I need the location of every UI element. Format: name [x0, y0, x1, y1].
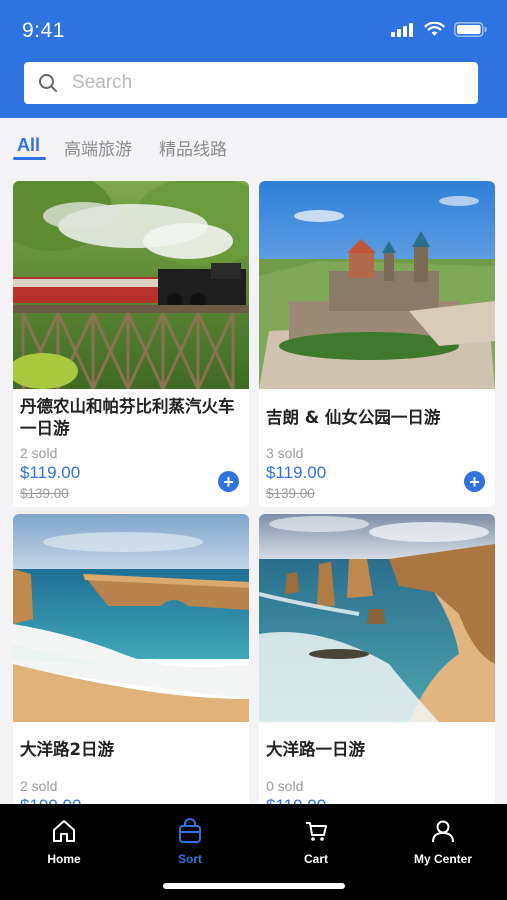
plus-icon: + — [223, 471, 234, 492]
bag-icon — [179, 818, 201, 843]
product-sold-count: 2 sold — [20, 445, 58, 461]
product-title: 大洋路一日游 — [266, 740, 365, 759]
tab-home-label: Home — [47, 852, 81, 866]
product-original-price: $139.00 — [20, 486, 69, 501]
london-arch-photo — [13, 514, 249, 722]
tab-sort-label: Sort — [178, 852, 202, 866]
category-tabs: All 高端旅游 精品线路 — [0, 118, 507, 172]
signal-icon — [391, 22, 413, 37]
product-sold-count: 0 sold — [266, 778, 304, 794]
product-card[interactable]: 吉朗 & 仙女公园一日游 3 sold $119.00 $139.00 + — [259, 181, 495, 507]
search-input[interactable] — [72, 72, 452, 94]
product-card[interactable]: 丹德农山和帕芬比利蒸汽火车一日游 2 sold $119.00 $139.00 … — [13, 181, 249, 507]
product-price: $119.00 — [266, 796, 326, 804]
tab-all[interactable]: All — [17, 135, 40, 156]
product-price: $199.00 — [20, 796, 81, 804]
tab-cart-label: Cart — [303, 852, 328, 866]
tab-luxury-travel[interactable]: 高端旅游 — [64, 135, 132, 160]
product-price: $119.00 — [20, 463, 81, 482]
add-to-cart-button[interactable]: + — [218, 471, 239, 492]
product-sold-count: 3 sold — [266, 445, 304, 461]
castle-photo — [259, 181, 495, 389]
search-icon — [39, 74, 57, 92]
header: 9:41 — [0, 0, 507, 118]
cart-icon — [306, 822, 327, 841]
status-bar: 9:41 — [0, 0, 507, 56]
home-indicator — [163, 883, 345, 889]
tab-home[interactable]: Home — [1, 812, 127, 872]
product-card[interactable]: 大洋路2日游 2 sold $199.00 — [13, 514, 249, 804]
tab-sort[interactable]: Sort — [127, 812, 253, 872]
battery-icon — [454, 22, 487, 37]
product-title: 吉朗 & 仙女公园一日游 — [266, 408, 441, 427]
status-icons — [391, 22, 487, 37]
user-icon — [432, 820, 454, 843]
tab-my-center[interactable]: My Center — [380, 812, 506, 872]
home-icon — [53, 820, 75, 842]
product-title: 大洋路2日游 — [20, 740, 114, 759]
tab-my-center-label: My Center — [413, 852, 472, 866]
product-title: 丹德农山和帕芬比利蒸汽火车一日游 — [20, 397, 235, 438]
product-sold-count: 2 sold — [20, 778, 58, 794]
product-card[interactable]: 大洋路一日游 0 sold $119.00 — [259, 514, 495, 804]
tab-premium-routes[interactable]: 精品线路 — [159, 135, 227, 160]
plus-icon: + — [469, 471, 480, 492]
status-time: 9:41 — [22, 19, 65, 42]
product-grid: 丹德农山和帕芬比利蒸汽火车一日游 2 sold $119.00 $139.00 … — [0, 180, 507, 804]
steam-train-photo — [13, 181, 249, 389]
twelve-apostles-photo — [259, 514, 495, 722]
wifi-icon — [424, 22, 445, 36]
tab-cart[interactable]: Cart — [253, 812, 379, 872]
add-to-cart-button[interactable]: + — [464, 471, 485, 492]
active-tab-indicator — [13, 157, 46, 160]
search-bar[interactable] — [24, 62, 478, 104]
product-price: $119.00 — [266, 463, 327, 482]
product-original-price: $139.00 — [266, 486, 315, 501]
